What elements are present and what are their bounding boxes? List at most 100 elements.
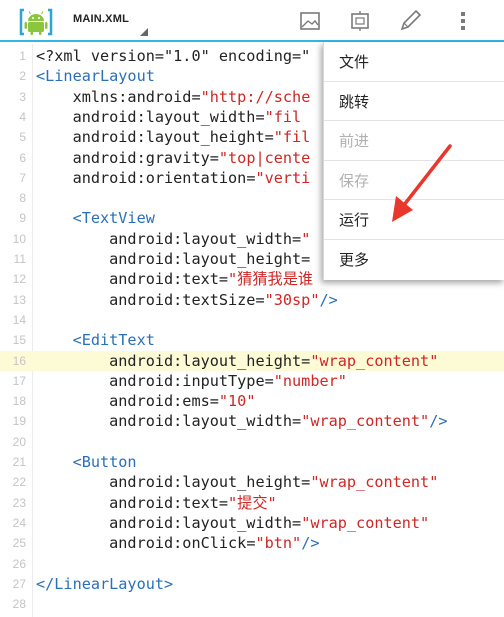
code-line[interactable]: android:layout_height="wrap_content"	[36, 351, 438, 371]
code-token: />	[301, 534, 320, 553]
line-number: 21	[12, 455, 26, 469]
code-token: "猜猜我是谁	[228, 270, 314, 289]
line-number: 2	[19, 69, 26, 84]
code-token: </LinearLayout>	[36, 574, 174, 593]
code-token: =	[191, 87, 201, 106]
overflow-menu-icon[interactable]	[450, 9, 476, 33]
gutter-separator	[32, 44, 33, 617]
code-token: =	[301, 351, 311, 370]
code-token: <?xml version="1.0" encoding="	[36, 47, 311, 65]
line-number: 26	[12, 556, 26, 571]
code-line[interactable]: android:ems="10"	[36, 391, 255, 411]
code-line[interactable]: android:textSize="30sp"/>	[36, 290, 338, 310]
overflow-menu: 文件跳转前进保存运行更多	[323, 42, 504, 280]
code-token: android:layout_height	[36, 351, 302, 370]
menu-item-label: 前进	[339, 132, 370, 151]
code-line[interactable]: android:layout_height=	[36, 249, 310, 269]
line-number: 1	[19, 49, 26, 63]
line-number: 12	[12, 272, 26, 287]
code-token: =	[209, 148, 219, 167]
code-line[interactable]: android:inputType="number"	[36, 371, 347, 391]
menu-item-label: 文件	[339, 53, 370, 71]
line-number: 15	[12, 333, 26, 348]
android-app-icon[interactable]	[18, 6, 54, 38]
line-number: 5	[19, 130, 26, 145]
code-token: android:ems	[36, 392, 210, 411]
code-line[interactable]: android:layout_height="wrap_content"	[36, 472, 438, 492]
code-token: <LinearLayout	[36, 67, 155, 86]
line-number: 14	[12, 312, 26, 327]
menu-item-label: 更多	[339, 251, 370, 269]
file-name-title[interactable]: MAIN.XML	[73, 13, 129, 25]
pencil-icon[interactable]	[397, 9, 423, 33]
code-line[interactable]: android:layout_width="	[36, 229, 310, 249]
menu-item-6[interactable]: 更多	[324, 240, 504, 280]
line-number: 16	[12, 353, 26, 368]
code-line[interactable]: <LinearLayout	[36, 66, 155, 86]
code-token: "10"	[218, 392, 256, 411]
code-token: =	[255, 107, 265, 126]
code-token: android:layout_height	[36, 473, 302, 492]
code-token: android:layout_width	[36, 107, 256, 126]
line-number: 6	[19, 150, 26, 165]
code-token: =	[292, 229, 302, 248]
code-line[interactable]: android:orientation="verti	[36, 168, 311, 188]
line-number: 3	[19, 89, 26, 104]
code-line[interactable]: <EditText	[36, 330, 155, 350]
code-token: "fil	[273, 128, 311, 147]
code-line[interactable]: android:text="提交"	[36, 493, 277, 513]
code-token: =	[292, 412, 302, 431]
code-line[interactable]: android:layout_width="wrap_content"	[36, 513, 429, 533]
code-token: />	[319, 290, 338, 309]
menu-item-5[interactable]: 运行	[324, 200, 504, 240]
code-token: android:orientation	[36, 168, 247, 187]
line-number: 23	[12, 495, 26, 510]
line-number: 20	[12, 434, 26, 449]
menu-item-1[interactable]: 文件	[324, 42, 504, 82]
code-token: =	[301, 250, 311, 268]
code-line[interactable]: android:layout_height="fil	[36, 127, 311, 147]
code-token: "wrap_content"	[301, 513, 430, 532]
code-token: />	[429, 412, 448, 431]
code-line[interactable]: android:text="猜猜我是谁	[36, 269, 313, 289]
image-icon[interactable]	[297, 9, 323, 33]
code-line[interactable]: android:gravity="top|cente	[36, 148, 311, 168]
menu-item-2[interactable]: 跳转	[324, 82, 504, 122]
layout-icon[interactable]	[347, 9, 373, 33]
code-line[interactable]: android:layout_width="fil	[36, 107, 302, 127]
line-number: 17	[12, 373, 26, 388]
code-token: android:inputType	[36, 371, 265, 390]
code-token: <Button	[36, 453, 137, 471]
menu-item-label: 运行	[339, 211, 370, 230]
code-token: <EditText	[36, 331, 155, 350]
line-number: 9	[19, 211, 26, 226]
code-line[interactable]: <?xml version="1.0" encoding="	[36, 46, 310, 66]
menu-item-label: 保存	[339, 171, 370, 190]
code-line[interactable]: <TextView	[36, 208, 155, 228]
line-number: 24	[12, 515, 26, 530]
code-line[interactable]: android:onClick="btn"/>	[36, 533, 319, 553]
code-token: "number"	[273, 371, 347, 390]
code-token: xmlns:android	[36, 87, 192, 106]
code-token: "btn"	[255, 534, 302, 553]
menu-item-4: 保存	[324, 161, 504, 201]
code-token: android:text	[36, 270, 219, 289]
line-number: 22	[12, 475, 26, 490]
code-line[interactable]: </LinearLayout>	[36, 574, 173, 594]
code-token: "wrap_content"	[310, 473, 439, 492]
code-line[interactable]: <Button	[36, 452, 137, 472]
code-token: android:textSize	[36, 290, 256, 309]
file-dropdown-indicator[interactable]	[140, 28, 148, 36]
code-token: "fil	[264, 107, 302, 126]
menu-item-3: 前进	[324, 121, 504, 161]
code-token: android:text	[36, 493, 219, 512]
line-number: 8	[19, 191, 26, 206]
code-token: android:gravity	[36, 148, 210, 167]
code-token: "top|cente	[218, 148, 311, 167]
line-number: 27	[12, 576, 26, 591]
code-line[interactable]: android:layout_width="wrap_content"/>	[36, 411, 448, 431]
code-line[interactable]: xmlns:android="http://sche	[36, 87, 311, 107]
code-token: android:layout_width	[36, 229, 293, 248]
code-token: =	[264, 371, 274, 390]
code-token: "wrap_content"	[301, 412, 430, 431]
